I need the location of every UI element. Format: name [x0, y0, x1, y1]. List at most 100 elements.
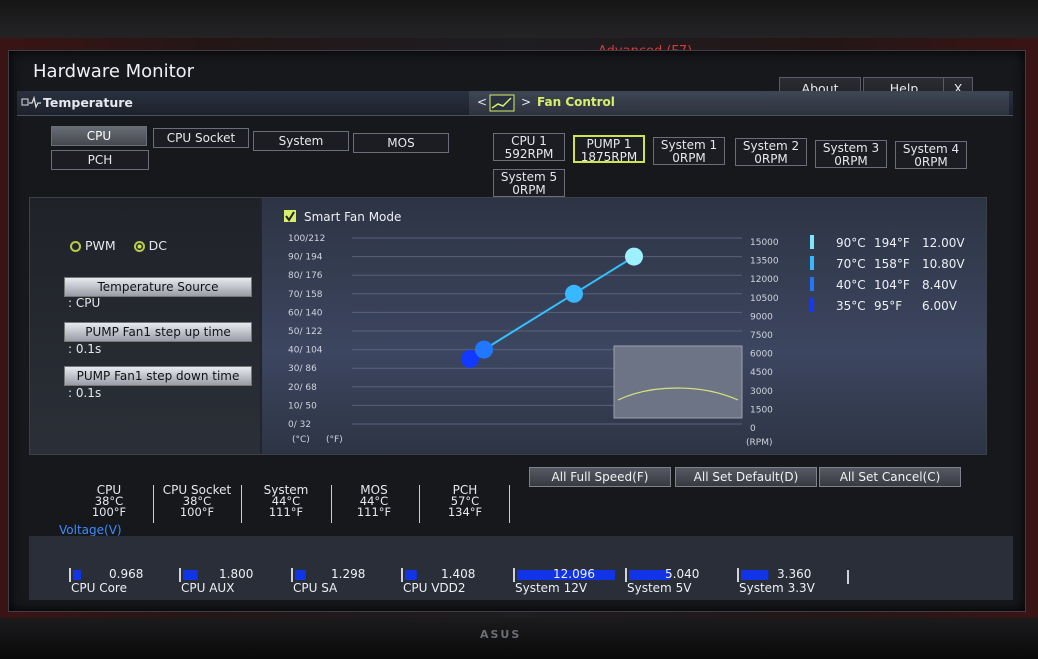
fan-system2[interactable]: System 2 0RPM — [735, 138, 807, 166]
hardware-monitor-window: Hardware Monitor About Help X Temperatur… — [8, 50, 1026, 612]
voltage-name: CPU VDD2 — [403, 581, 466, 595]
legend-voltage: 10.80V — [922, 257, 965, 271]
section-header-bar: Temperature < > Fan Control — [17, 91, 1013, 116]
legend-voltage: 8.40V — [922, 278, 958, 292]
current-temp-system: System 44°C 111°F — [263, 483, 309, 519]
legend-fahrenheit: 194°F — [874, 236, 910, 250]
smart-fan-chart: Smart Fan Mode 100/212 90/ 194 80/ 176 70/ … — [262, 198, 986, 454]
legend-celsius: 70°C — [836, 257, 866, 271]
voltage-bar-frame — [179, 568, 181, 582]
fan-curve-point[interactable] — [475, 340, 493, 359]
voltage-name: System 5V — [627, 581, 692, 595]
legend-celsius: 90°C — [836, 236, 866, 250]
fan-nav-left[interactable]: < — [477, 95, 487, 109]
voltage-bar-fill — [629, 570, 671, 580]
voltage-bars-svg: 0.968CPU Core 1.800CPU AUX 1.298CPU SA 1.40… — [69, 567, 849, 595]
voltage-name: CPU Core — [71, 581, 127, 595]
y-tick-left: 40/ 104 — [288, 346, 323, 356]
y-tick-left: 30/ 86 — [288, 364, 317, 374]
fan-system5[interactable]: System 5 0RPM — [493, 169, 565, 197]
all-set-cancel-button[interactable]: All Set Cancel(C) — [819, 467, 961, 487]
step-down-button[interactable]: PUMP Fan1 step down time — [64, 366, 252, 386]
legend-swatch — [810, 298, 814, 312]
voltage-bar-fill — [741, 570, 769, 580]
voltage-bar-frame — [737, 568, 739, 582]
legend-swatch — [810, 235, 814, 249]
pwm-label: PWM — [85, 238, 116, 253]
fan-system1[interactable]: System 1 0RPM — [653, 137, 725, 165]
current-temp-mos: MOS 44°C 111°F — [356, 483, 392, 519]
y-tick-left: 20/ 68 — [288, 383, 317, 393]
step-up-button[interactable]: PUMP Fan1 step up time — [64, 322, 252, 342]
temp-separator — [241, 485, 242, 523]
fan-settings-panel: PWM DC Temperature Source : CPU PUMP Fan… — [29, 197, 987, 455]
fan-cpu1[interactable]: CPU 1 592RPM — [493, 133, 565, 161]
voltage-bar-fill — [73, 570, 81, 580]
tab-mos[interactable]: MOS — [353, 133, 449, 153]
voltage-value: 5.040 — [665, 567, 699, 581]
y-tick-right: 0 — [750, 424, 756, 434]
fan-system3[interactable]: System 3 0RPM — [815, 140, 887, 168]
legend-swatch — [810, 256, 814, 270]
temp-separator — [153, 485, 154, 523]
voltage-value: 1.800 — [219, 567, 253, 581]
y-tick-left: 0/ 32 — [288, 420, 311, 430]
y-tick-right: 10500 — [750, 294, 779, 304]
all-set-default-button[interactable]: All Set Default(D) — [675, 467, 817, 487]
all-full-speed-button[interactable]: All Full Speed(F) — [529, 467, 671, 487]
voltage-value: 0.968 — [109, 567, 143, 581]
current-temp-pch: PCH 57°C 134°F — [447, 483, 483, 519]
legend-fahrenheit: 158°F — [874, 257, 910, 271]
voltage-bar-frame — [69, 568, 71, 582]
voltage-bar-fill — [405, 570, 417, 580]
current-temp-cpu: CPU 38°C 100°F — [91, 483, 127, 519]
fan-pump1[interactable]: PUMP 1 1875RPM — [573, 135, 645, 164]
tab-system[interactable]: System — [253, 131, 349, 151]
y-tick-right: 3000 — [750, 387, 773, 397]
voltage-bar-frame — [625, 568, 627, 582]
fan-curve-svg: Smart Fan Mode 100/212 90/ 194 80/ 176 70/ … — [284, 210, 965, 448]
pwm-radio[interactable] — [70, 241, 81, 252]
x-label-celsius: (°C) — [292, 435, 310, 445]
y-tick-left: 80/ 176 — [288, 271, 323, 281]
y-tick-right: 13500 — [750, 257, 779, 267]
fan-nav-right[interactable]: > — [521, 95, 531, 109]
legend-swatch — [810, 277, 814, 291]
voltage-name: CPU SA — [293, 581, 338, 595]
temp-separator — [331, 485, 332, 523]
voltage-value: 1.408 — [441, 567, 475, 581]
tab-cpu-socket[interactable]: CPU Socket — [153, 128, 249, 148]
mini-preview — [613, 345, 743, 419]
voltage-name: System 12V — [515, 581, 588, 595]
voltage-value: 1.298 — [331, 567, 365, 581]
y-tick-left: 90/ 194 — [288, 253, 323, 263]
voltage-bar-frame — [401, 568, 403, 582]
temp-separator — [509, 485, 510, 523]
temperature-source-value: : CPU — [68, 296, 101, 310]
step-down-value: : 0.1s — [68, 386, 102, 400]
monitor-brand-logo: ASUS — [480, 628, 522, 641]
voltage-bar-frame — [513, 568, 515, 582]
y-tick-right: 12000 — [750, 275, 779, 285]
legend-voltage: 6.00V — [922, 299, 958, 313]
fan-curve-segment — [483, 292, 575, 351]
temperature-header: Temperature — [43, 95, 133, 110]
dc-radio[interactable] — [133, 241, 145, 252]
y-tick-left: 10/ 50 — [288, 401, 317, 411]
tab-pch[interactable]: PCH — [51, 150, 149, 170]
fan-control-header: Fan Control — [537, 95, 615, 109]
fan-curve-point[interactable] — [565, 284, 583, 303]
tab-cpu[interactable]: CPU — [51, 126, 147, 146]
voltage-name: System 3.3V — [739, 581, 816, 595]
temperature-source-button[interactable]: Temperature Source — [64, 277, 252, 297]
voltage-area: 0.968 CPU Core 1.800 CPU AUX 1.298 CPU SA 1.40… — [29, 536, 1013, 600]
fan-system4[interactable]: System 4 0RPM — [895, 141, 967, 169]
voltage-bar-end — [847, 570, 849, 584]
window-title: Hardware Monitor — [33, 61, 195, 82]
legend-fahrenheit: 104°F — [874, 278, 910, 292]
fan-control-tab[interactable]: < > Fan Control — [469, 91, 1009, 115]
y-tick-right: 1500 — [750, 405, 773, 415]
fan-curve-point[interactable] — [625, 247, 643, 266]
y-tick-right: 7500 — [750, 331, 773, 341]
temperature-icon — [21, 95, 41, 109]
